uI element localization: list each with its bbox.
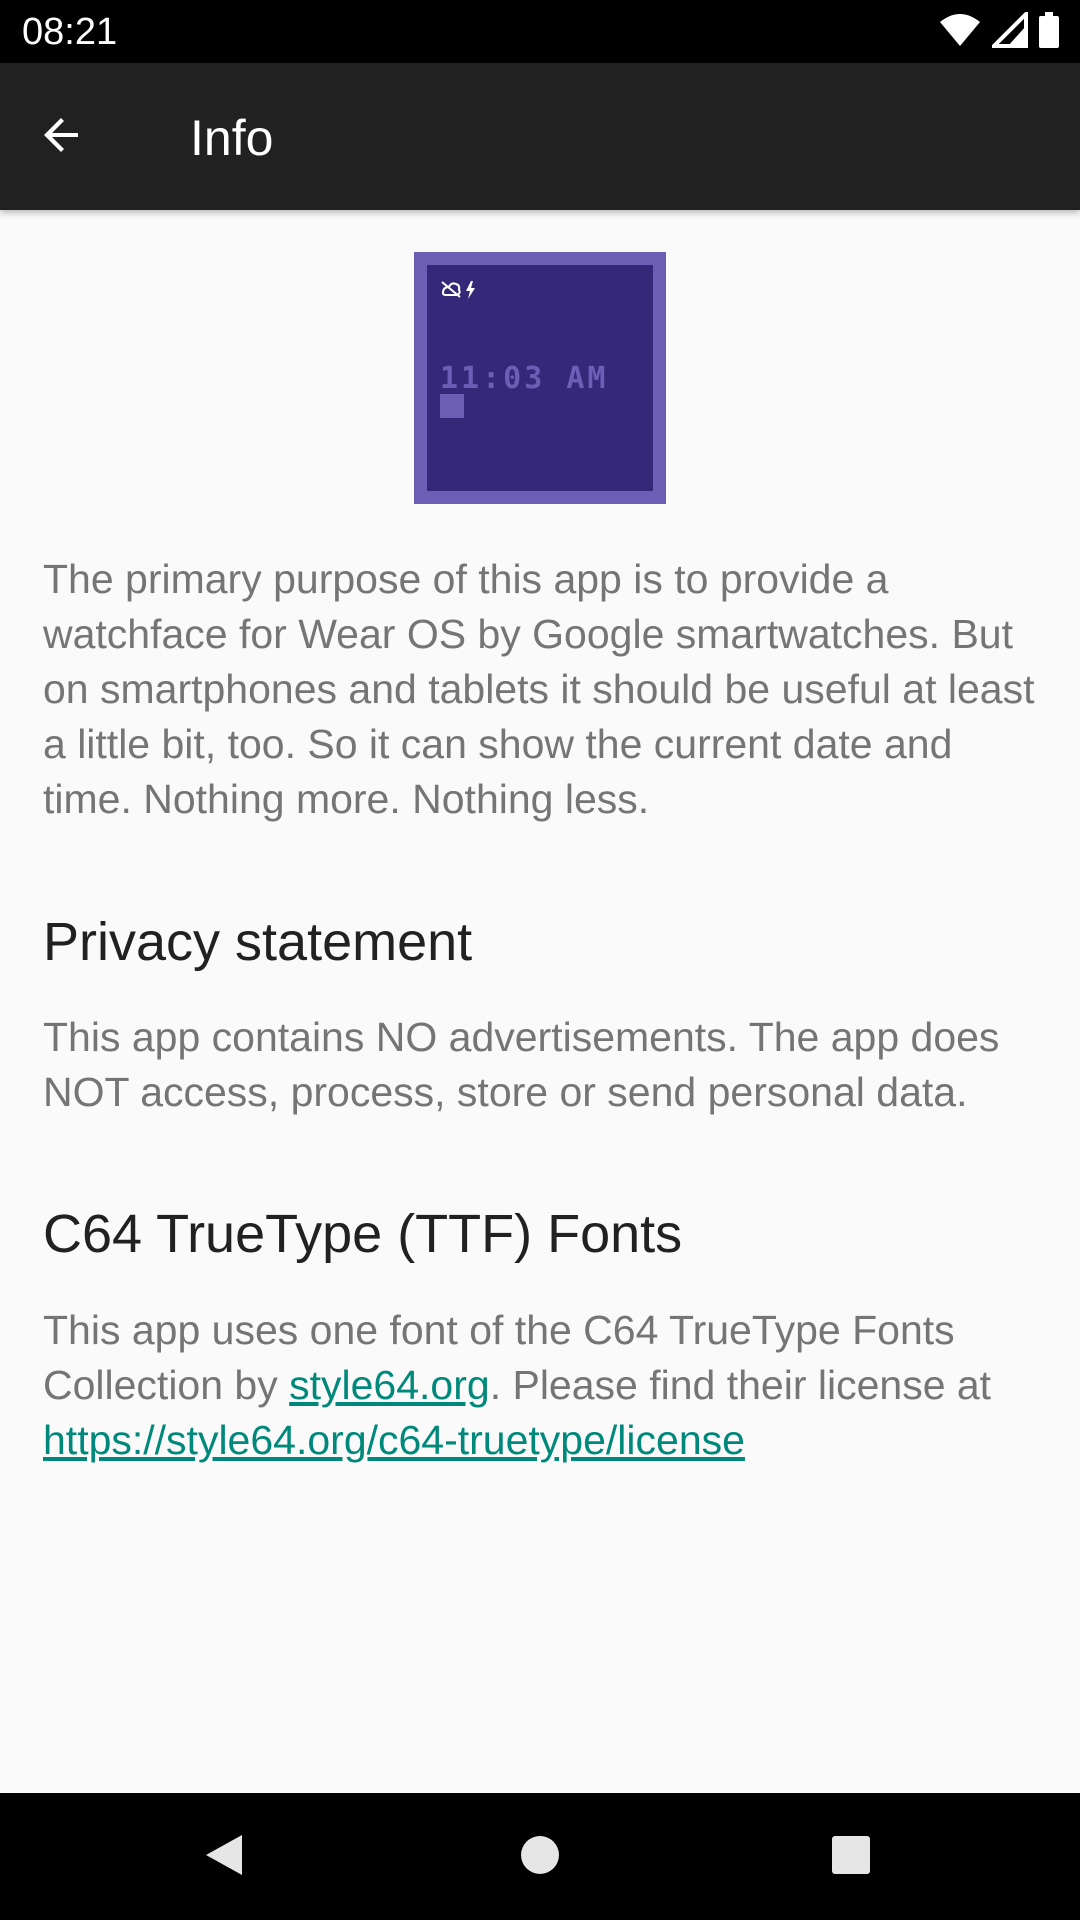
home-circle-icon: [518, 1833, 562, 1882]
charging-bolt-icon: [466, 281, 475, 299]
license-link[interactable]: https://style64.org/c64-truetype/license: [43, 1417, 745, 1463]
recents-square-icon: [829, 1833, 873, 1882]
watchface-status-icons: [440, 279, 480, 301]
intro-text: The primary purpose of this app is to pr…: [43, 556, 1035, 822]
back-button[interactable]: [30, 105, 94, 169]
status-time: 08:21: [22, 11, 118, 53]
app-bar: Info: [0, 63, 1080, 210]
nav-recents-button[interactable]: [823, 1829, 879, 1885]
wifi-icon: [938, 12, 982, 53]
fonts-heading: C64 TrueType (TTF) Fonts: [43, 1204, 683, 1264]
watchface-screen: 11:03 AM: [427, 265, 653, 491]
watchface-time: 11:03 AM: [440, 361, 609, 396]
signal-icon: [989, 8, 1028, 53]
privacy-text: This app contains NO advertisements. The…: [43, 1014, 1000, 1115]
nav-home-button[interactable]: [512, 1829, 568, 1885]
fonts-text: This app uses one font of the C64 TrueTy…: [43, 1303, 1043, 1468]
cloud-off-icon: [441, 281, 461, 298]
privacy-heading: Privacy statement: [43, 912, 473, 972]
navigation-bar: [0, 1793, 1080, 1920]
status-bar: 08:21: [0, 0, 1080, 63]
page-title: Info: [190, 110, 274, 166]
watchface-preview: 11:03 AM: [414, 252, 666, 504]
info-content: 11:03 AM The primary purpose of this app…: [0, 210, 1080, 1793]
battery-icon: [1038, 11, 1060, 53]
nav-back-button[interactable]: [196, 1829, 252, 1885]
watchface-cursor: [440, 394, 464, 418]
status-icons: [938, 8, 1060, 53]
back-triangle-icon: [202, 1831, 246, 1884]
style64-link[interactable]: style64.org: [289, 1362, 490, 1408]
arrow-back-icon: [38, 111, 86, 164]
fonts-text-part2: . Please find their license at: [489, 1362, 992, 1408]
